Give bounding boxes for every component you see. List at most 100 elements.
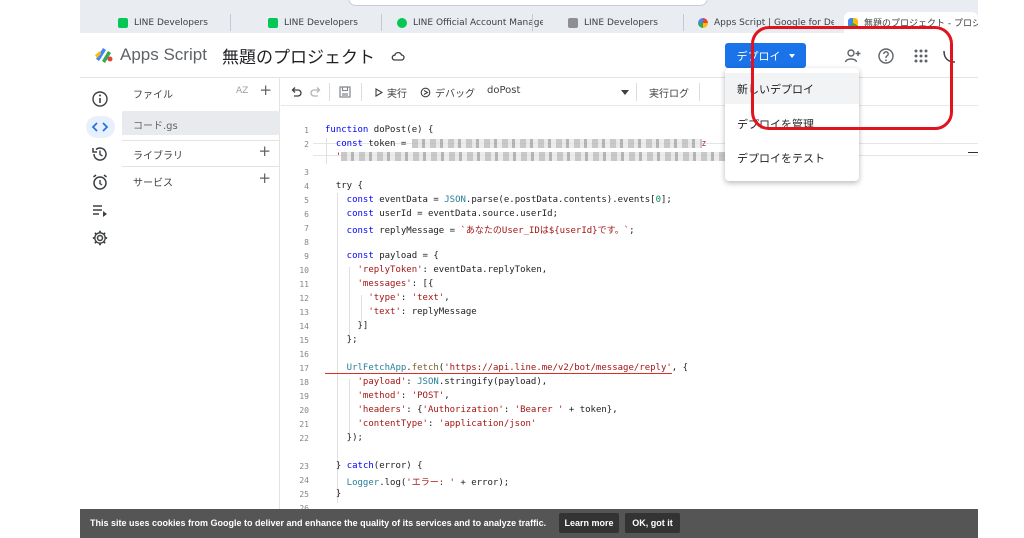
browser-window: LINE Developers LINE Developers LINE Off… [80, 0, 978, 538]
redacted-token [411, 139, 702, 148]
line-number: 9 [304, 252, 309, 261]
line-number: 14 [299, 322, 309, 331]
file-item-label: コード.gs [133, 121, 178, 132]
line-number: 20 [299, 406, 309, 415]
code-line: const payload = { [325, 251, 439, 261]
toolbar-separator [361, 83, 362, 101]
learn-more-label: Learn more [564, 518, 614, 528]
line-number: 6 [304, 210, 309, 219]
line-number: 15 [299, 336, 309, 345]
browser-tab-2[interactable]: LINE Developers [264, 12, 414, 33]
line-number: 8 [304, 238, 309, 247]
divider [122, 140, 280, 141]
line-icon [568, 17, 578, 28]
code-line: }; [325, 335, 358, 345]
settings-gear-icon[interactable] [91, 229, 109, 247]
file-item-code-gs[interactable]: コード.gs [122, 111, 280, 135]
history-icon[interactable] [91, 145, 109, 163]
code-line: const replyMessage = `あなたのUser_IDは${user… [325, 226, 635, 236]
line-number: 4 [304, 182, 309, 191]
line-number: 7 [304, 224, 309, 233]
code-line: UrlFetchApp.fetch('https://api.line.me/v… [325, 363, 689, 374]
line-number: 13 [299, 308, 309, 317]
files-header: ファイル AZ + [122, 78, 280, 106]
line-number: 23 [299, 462, 309, 471]
add-file-plus-icon[interactable]: + [259, 83, 272, 98]
redo-icon[interactable] [310, 86, 322, 98]
code-line: 'messages': [{ [325, 279, 434, 289]
code-line: function doPost(e) { [325, 125, 434, 135]
line-developers-icon [118, 17, 128, 28]
learn-more-button[interactable]: Learn more [559, 513, 619, 533]
run-button-label: 実行 [387, 89, 407, 100]
ok-got-it-button[interactable]: OK, got it [625, 513, 680, 533]
undo-icon[interactable] [290, 86, 302, 98]
code-line: const eventData = JSON.parse(e.postData.… [325, 195, 672, 205]
services-label: サービス [133, 178, 173, 189]
cookie-consent-bar: This site uses cookies from Google to de… [80, 509, 978, 538]
code-line: 'payload': JSON.stringify(payload), [325, 377, 548, 387]
function-select-caret-icon[interactable] [621, 90, 629, 95]
toolbar-separator [699, 83, 700, 101]
line-number: 11 [299, 280, 309, 289]
code-editor[interactable]: 1 2 3 4 5 6 7 8 9 10 11 12 13 14 15 16 1… [281, 107, 978, 538]
menu-item-test-deployments[interactable]: デプロイをテスト [725, 142, 859, 173]
tab-separator [532, 14, 533, 31]
line-number: 19 [299, 392, 309, 401]
run-button[interactable]: 実行 [374, 85, 407, 100]
line-number: 2 [304, 140, 309, 149]
sort-az-button[interactable]: AZ [236, 86, 248, 96]
debug-button[interactable]: デバッグ [420, 85, 475, 100]
files-panel: ファイル AZ + コード.gs ライブラリ + サービス + [122, 78, 280, 538]
files-section-label: ファイル [133, 90, 173, 101]
line-number: 16 [299, 350, 309, 359]
code-editor-icon[interactable] [91, 118, 109, 136]
scroll-marker [968, 152, 978, 153]
save-icon[interactable] [338, 85, 352, 99]
tab-separator [381, 14, 382, 31]
add-service-plus-icon[interactable]: + [258, 171, 271, 186]
add-library-plus-icon[interactable]: + [258, 144, 271, 159]
toolbar-separator [329, 83, 330, 101]
info-icon[interactable] [91, 90, 109, 108]
project-title[interactable]: 無題のプロジェクト [222, 43, 375, 68]
browser-tab-1[interactable]: LINE Developers [114, 12, 262, 33]
line-number: 10 [299, 266, 309, 275]
address-bar[interactable] [348, 0, 708, 6]
code-line: 'replyToken': eventData.replyToken, [325, 265, 548, 275]
browser-tab-4[interactable]: LINE Developers [564, 12, 674, 33]
browser-tab-label: LINE Developers [134, 17, 208, 28]
line-number: 17 [299, 364, 309, 373]
red-highlight-annotation [751, 26, 953, 130]
code-line: try { [325, 181, 363, 191]
toolbar-separator [636, 83, 637, 101]
function-select[interactable]: doPost [487, 85, 520, 96]
execution-log-button[interactable]: 実行ログ [649, 85, 689, 100]
google-icon [698, 17, 708, 28]
indent-guide [337, 193, 338, 503]
code-line: Logger.log('エラー: ' + error); [325, 478, 510, 488]
apps-script-logo-icon[interactable] [94, 45, 114, 65]
executions-list-icon[interactable] [91, 201, 109, 219]
app-name[interactable]: Apps Script [120, 45, 207, 65]
left-nav-rail [80, 78, 121, 538]
triggers-alarm-icon[interactable] [91, 173, 109, 191]
libraries-label: ライブラリ [133, 151, 183, 162]
browser-tab-3[interactable]: LINE Official Account Manager [393, 12, 543, 33]
menu-item-label: デプロイをテスト [737, 151, 825, 165]
line-oa-icon [397, 17, 407, 28]
code-line: 'type': 'text', [325, 293, 450, 303]
code-line: }] [325, 321, 369, 331]
tab-separator [230, 14, 231, 31]
code-line: 'text': replyMessage [325, 307, 477, 317]
line-number: 18 [299, 378, 309, 387]
tab-separator [683, 14, 684, 31]
cookie-notice-text: This site uses cookies from Google to de… [90, 518, 547, 528]
code-line: }); [325, 433, 363, 443]
execution-log-label: 実行ログ [649, 89, 689, 100]
code-line: const userId = eventData.source.userId; [325, 209, 559, 219]
line-number: 3 [304, 168, 309, 177]
line-number: 5 [304, 196, 309, 205]
line-number: 22 [299, 434, 309, 443]
browser-tab-label: LINE Developers [284, 17, 358, 28]
